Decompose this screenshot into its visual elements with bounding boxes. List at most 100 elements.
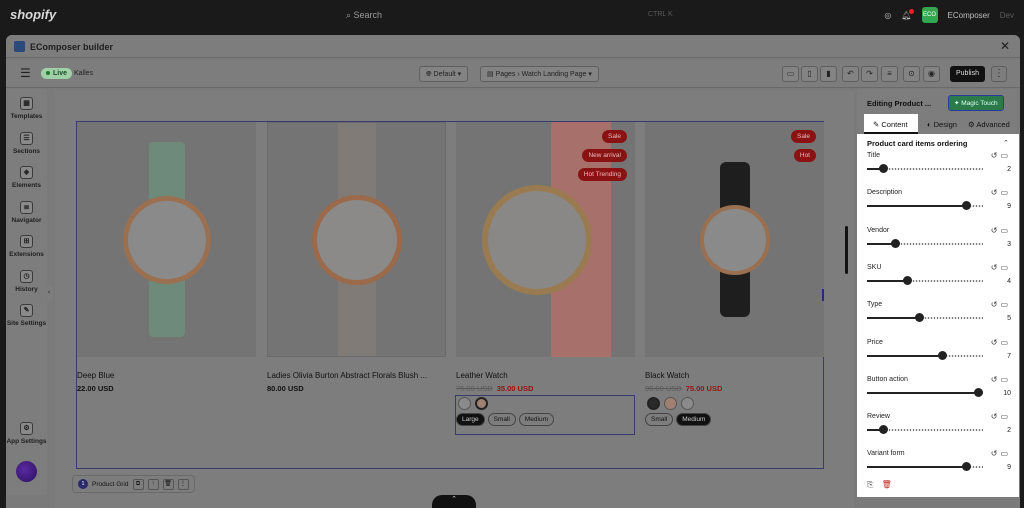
magic-touch-button[interactable]: ✦ Magic Touch [948, 95, 1004, 111]
element-label[interactable]: Product Grid [92, 481, 129, 488]
device-icon[interactable]: ▭ [1000, 151, 1011, 160]
section-title[interactable]: Product card items ordering [867, 139, 967, 148]
color-swatch[interactable] [681, 397, 694, 410]
sidebar-item-elements[interactable]: ◈ Elements [6, 166, 47, 189]
slider-thumb[interactable] [891, 238, 900, 248]
trash-icon[interactable]: 🗑︎ [882, 480, 892, 489]
reset-icon[interactable]: ↺ [991, 263, 1001, 272]
product-image[interactable]: Sale New arrival Hot Trending [456, 122, 635, 357]
collapse-sidebar-icon[interactable]: ‹ [45, 285, 53, 301]
product-name[interactable]: Deep Blue [77, 371, 256, 380]
chevron-up-icon[interactable]: ⌃ [1003, 139, 1009, 147]
more-options-icon[interactable]: ⋮ [991, 66, 1007, 82]
size-option-small[interactable]: Small [645, 413, 674, 426]
sidebar-item-sections[interactable]: ☰ Sections [6, 132, 47, 155]
store-avatar[interactable]: ECO [921, 7, 938, 23]
sidebar-item-app-settings[interactable]: ⚙ App Settings [6, 422, 47, 445]
sidebar-item-navigator[interactable]: ≣ Navigator [6, 201, 47, 224]
undo-icon[interactable]: ↶ [842, 66, 859, 82]
search-input[interactable]: ⌕ Search [346, 10, 382, 21]
product-image[interactable] [77, 122, 256, 357]
sidebar-item-extensions[interactable]: ⊞ Extensions [6, 235, 47, 258]
chevron-up-icon[interactable]: ⌃ [432, 495, 476, 508]
reset-icon[interactable]: ↺ [991, 188, 1001, 197]
sidebar-item-history[interactable]: ◷ History [6, 270, 47, 293]
product-name[interactable]: Black Watch [645, 371, 824, 380]
store-name[interactable]: EComposer [948, 11, 990, 20]
product-image[interactable]: Sale Hot [645, 122, 824, 357]
product-card[interactable]: Ladies Olivia Burton Abstract Florals Bl… [267, 122, 446, 393]
slider-thumb[interactable] [879, 164, 888, 173]
page-select[interactable]: ▤ Pages › Watch Landing Page ▾ [480, 66, 599, 82]
device-icon[interactable]: ▭ [1000, 449, 1011, 458]
publish-button[interactable]: Publish [950, 66, 985, 82]
product-name[interactable]: Leather Watch [456, 371, 635, 380]
desktop-view-icon[interactable]: ▭ [782, 66, 799, 82]
redo-icon[interactable]: ↷ [861, 66, 878, 82]
slider-thumb[interactable] [938, 350, 947, 360]
shopify-logo[interactable]: shopify [10, 7, 56, 22]
slider-thumb[interactable] [879, 425, 888, 435]
canvas-scrollbar[interactable] [845, 226, 848, 274]
product-name[interactable]: Ladies Olivia Burton Abstract Florals Bl… [267, 371, 446, 380]
color-swatch[interactable] [664, 397, 677, 410]
product-price: 22.00 USD [77, 384, 256, 393]
sidebar-item-site-settings[interactable]: ✎ Site Settings [6, 304, 47, 327]
reset-icon[interactable]: ↺ [991, 449, 1001, 458]
hot-badge: Hot [793, 149, 816, 162]
device-icon[interactable]: ▭ [1000, 188, 1011, 197]
reset-icon[interactable]: ↺ [991, 226, 1001, 235]
reset-icon[interactable]: ↺ [991, 151, 1001, 160]
size-options: Small Medium [645, 413, 824, 426]
inspect-icon[interactable]: ⊙ [903, 66, 920, 82]
copy-icon[interactable]: ⎘ [867, 480, 873, 489]
product-grid[interactable]: Deep Blue 22.00 USD Ladies Olivia Burton… [76, 121, 824, 469]
device-icon[interactable]: ▭ [1000, 263, 1011, 272]
notifications-icon[interactable]: 🔔︎ [901, 8, 914, 20]
sidebar-label: Elements [12, 182, 41, 189]
duplicate-icon[interactable]: ⧉ [132, 478, 144, 490]
delete-icon[interactable]: 🗑︎ [162, 478, 174, 490]
slider-thumb[interactable] [962, 201, 971, 211]
move-up-icon[interactable]: ↑ [147, 478, 159, 490]
tab-content[interactable]: ✎ Content [864, 114, 918, 134]
slider-thumb[interactable] [903, 275, 912, 285]
element-toolbar: 1 Product Grid ⧉ ↑ 🗑︎ ⋮ [72, 475, 195, 493]
product-card[interactable]: Sale Hot Black Watch 95.00 USD 75.00 USD … [645, 122, 824, 426]
reset-icon[interactable]: ↺ [991, 338, 1001, 347]
sidebar-item-templates[interactable]: ▦ Templates [6, 97, 47, 120]
device-icon[interactable]: ▭ [1000, 375, 1011, 384]
more-icon[interactable]: ⋮ [177, 478, 189, 490]
reset-icon[interactable]: ↺ [991, 300, 1001, 309]
language-select[interactable]: 🌐︎ Default ▾ [419, 66, 469, 82]
device-icon[interactable]: ▭ [1000, 300, 1011, 309]
device-icon[interactable]: ▭ [1000, 412, 1011, 421]
settings-sliders-icon[interactable]: ≡ [881, 66, 898, 82]
compare-price: 95.00 USD [645, 384, 682, 393]
device-icon[interactable]: ▭ [1000, 226, 1011, 235]
color-swatch-selected[interactable] [647, 397, 660, 410]
slider-row: Review ↺▭ 2 [867, 412, 1011, 443]
close-icon[interactable]: ✕ [1000, 39, 1010, 53]
size-option-medium[interactable]: Medium [676, 413, 712, 426]
slider-thumb[interactable] [915, 313, 924, 323]
resize-handle[interactable] [822, 289, 824, 301]
product-card[interactable]: Sale New arrival Hot Trending Leather Wa… [456, 122, 635, 426]
tablet-view-icon[interactable]: ▯ [801, 66, 818, 82]
slider-thumb[interactable] [974, 387, 983, 397]
reset-icon[interactable]: ↺ [991, 412, 1001, 421]
slider-value: 2 [1007, 166, 1011, 173]
window-titlebar: EComposer builder ✕ [6, 35, 1020, 58]
product-card[interactable]: Deep Blue 22.00 USD [77, 122, 256, 393]
product-image[interactable] [267, 122, 446, 357]
user-avatar[interactable] [16, 461, 37, 482]
preview-eye-icon[interactable]: ◉ [923, 66, 940, 82]
tab-advanced[interactable]: ⚙ Advanced [962, 114, 1016, 134]
hamburger-menu-icon[interactable]: ☰ [20, 66, 31, 80]
device-icon[interactable]: ▭ [1000, 338, 1011, 347]
mobile-view-icon[interactable]: ▮ [820, 66, 837, 82]
slider-thumb[interactable] [962, 462, 971, 472]
reset-icon[interactable]: ↺ [991, 375, 1001, 384]
tab-design[interactable]: ◐ Design [921, 114, 963, 134]
sidekick-icon[interactable]: ◎ [884, 11, 891, 20]
